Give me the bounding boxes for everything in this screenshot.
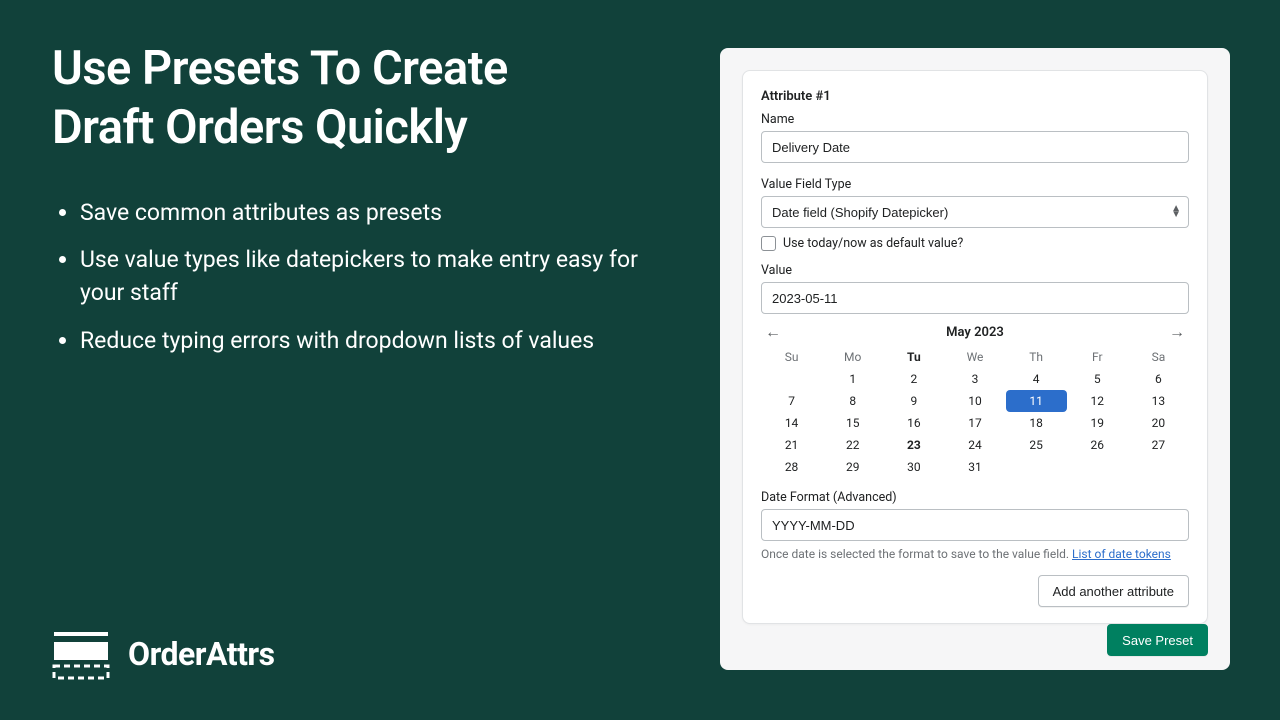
calendar-dow: Th <box>1006 346 1067 368</box>
calendar-day[interactable]: 17 <box>944 412 1005 434</box>
name-input[interactable] <box>761 131 1189 163</box>
default-today-row[interactable]: Use today/now as default value? <box>761 236 1189 251</box>
calendar-day[interactable]: 23 <box>883 434 944 456</box>
calendar-day[interactable]: 5 <box>1067 368 1128 390</box>
calendar-day <box>1128 456 1189 478</box>
bullet-item: Use value types like datepickers to make… <box>80 243 662 310</box>
calendar-dow: Tu <box>883 346 944 368</box>
calendar-day[interactable]: 24 <box>944 434 1005 456</box>
calendar-day[interactable]: 30 <box>883 456 944 478</box>
calendar-day[interactable]: 2 <box>883 368 944 390</box>
calendar-day[interactable]: 19 <box>1067 412 1128 434</box>
calendar-day[interactable]: 31 <box>944 456 1005 478</box>
checkbox-icon[interactable] <box>761 236 776 251</box>
calendar-day[interactable]: 22 <box>822 434 883 456</box>
headline: Use Presets To Create Draft Orders Quick… <box>52 40 662 158</box>
calendar-dow: Mo <box>822 346 883 368</box>
bullet-item: Save common attributes as presets <box>80 196 662 229</box>
calendar-day[interactable]: 8 <box>822 390 883 412</box>
calendar-day <box>761 368 822 390</box>
calendar-day[interactable]: 21 <box>761 434 822 456</box>
calendar-day[interactable]: 20 <box>1128 412 1189 434</box>
attribute-card: Attribute #1 Name Value Field Type ▲▼ Us… <box>742 70 1208 624</box>
calendar-day[interactable]: 3 <box>944 368 1005 390</box>
calendar-day[interactable]: 13 <box>1128 390 1189 412</box>
name-label: Name <box>761 112 1189 127</box>
calendar-day[interactable]: 27 <box>1128 434 1189 456</box>
calendar-day[interactable]: 14 <box>761 412 822 434</box>
calendar-next-button[interactable]: → <box>1167 322 1187 342</box>
card-title: Attribute #1 <box>761 89 1189 104</box>
calendar-day[interactable]: 9 <box>883 390 944 412</box>
preset-editor-panel: Attribute #1 Name Value Field Type ▲▼ Us… <box>720 48 1230 670</box>
calendar-day <box>1006 456 1067 478</box>
calendar-day[interactable]: 16 <box>883 412 944 434</box>
type-select[interactable] <box>761 196 1189 228</box>
calendar-day[interactable]: 6 <box>1128 368 1189 390</box>
value-input[interactable] <box>761 282 1189 314</box>
calendar-day[interactable]: 10 <box>944 390 1005 412</box>
default-today-label: Use today/now as default value? <box>783 236 963 251</box>
calendar-prev-button[interactable]: ← <box>763 322 783 342</box>
calendar-dow: Sa <box>1128 346 1189 368</box>
brand-icon <box>52 628 110 680</box>
calendar-day[interactable]: 15 <box>822 412 883 434</box>
value-label: Value <box>761 263 1189 278</box>
format-label: Date Format (Advanced) <box>761 490 1189 505</box>
calendar-day[interactable]: 11 <box>1006 390 1067 412</box>
calendar-day[interactable]: 26 <box>1067 434 1128 456</box>
marketing-copy: Use Presets To Create Draft Orders Quick… <box>52 40 662 371</box>
add-attribute-button[interactable]: Add another attribute <box>1038 575 1189 607</box>
bullet-item: Reduce typing errors with dropdown lists… <box>80 324 662 357</box>
calendar-dow: We <box>944 346 1005 368</box>
feature-bullets: Save common attributes as presets Use va… <box>52 196 662 357</box>
brand-name: OrderAttrs <box>128 635 275 673</box>
calendar-day[interactable]: 28 <box>761 456 822 478</box>
calendar-month-label: May 2023 <box>946 325 1004 340</box>
calendar-day[interactable]: 25 <box>1006 434 1067 456</box>
calendar: ← May 2023 → SuMoTuWeThFrSa1234567891011… <box>761 318 1189 478</box>
type-label: Value Field Type <box>761 177 1189 192</box>
calendar-day[interactable]: 29 <box>822 456 883 478</box>
calendar-day[interactable]: 1 <box>822 368 883 390</box>
format-input[interactable] <box>761 509 1189 541</box>
calendar-day[interactable]: 7 <box>761 390 822 412</box>
headline-line-2: Draft Orders Quickly <box>52 100 467 155</box>
calendar-day[interactable]: 12 <box>1067 390 1128 412</box>
format-help-text: Once date is selected the format to save… <box>761 547 1072 561</box>
date-tokens-link[interactable]: List of date tokens <box>1072 547 1171 561</box>
format-help: Once date is selected the format to save… <box>761 547 1189 561</box>
headline-line-1: Use Presets To Create <box>52 41 508 96</box>
calendar-dow: Fr <box>1067 346 1128 368</box>
calendar-day[interactable]: 4 <box>1006 368 1067 390</box>
calendar-day <box>1067 456 1128 478</box>
calendar-dow: Su <box>761 346 822 368</box>
save-preset-button[interactable]: Save Preset <box>1107 624 1208 656</box>
brand-lockup: OrderAttrs <box>52 628 275 680</box>
calendar-day[interactable]: 18 <box>1006 412 1067 434</box>
